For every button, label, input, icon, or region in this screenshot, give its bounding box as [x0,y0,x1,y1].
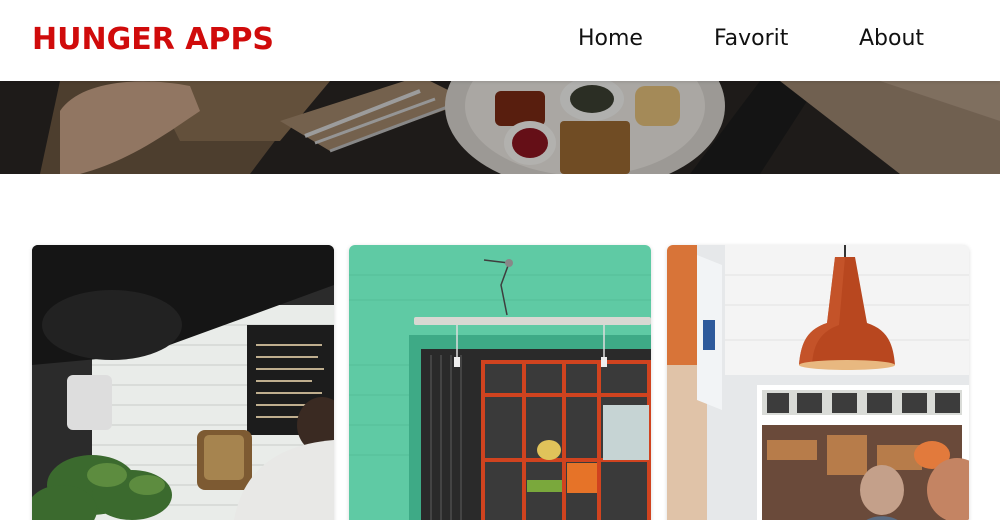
brand-logo[interactable]: HUNGER APPS [32,22,274,57]
hero-image [0,81,1000,174]
restaurant-card[interactable] [32,245,334,520]
hero-banner [0,81,1000,174]
nav-about-link[interactable]: About [859,26,924,51]
restaurant-image [349,245,651,520]
app-bar: HUNGER APPS Home Favorit About [0,0,1000,81]
restaurant-image [32,245,334,520]
restaurant-card[interactable] [667,245,969,520]
nav-favorit-link[interactable]: Favorit [714,26,788,51]
restaurant-card[interactable] [349,245,651,520]
restaurant-image [667,245,969,520]
nav-home-link[interactable]: Home [578,26,643,51]
